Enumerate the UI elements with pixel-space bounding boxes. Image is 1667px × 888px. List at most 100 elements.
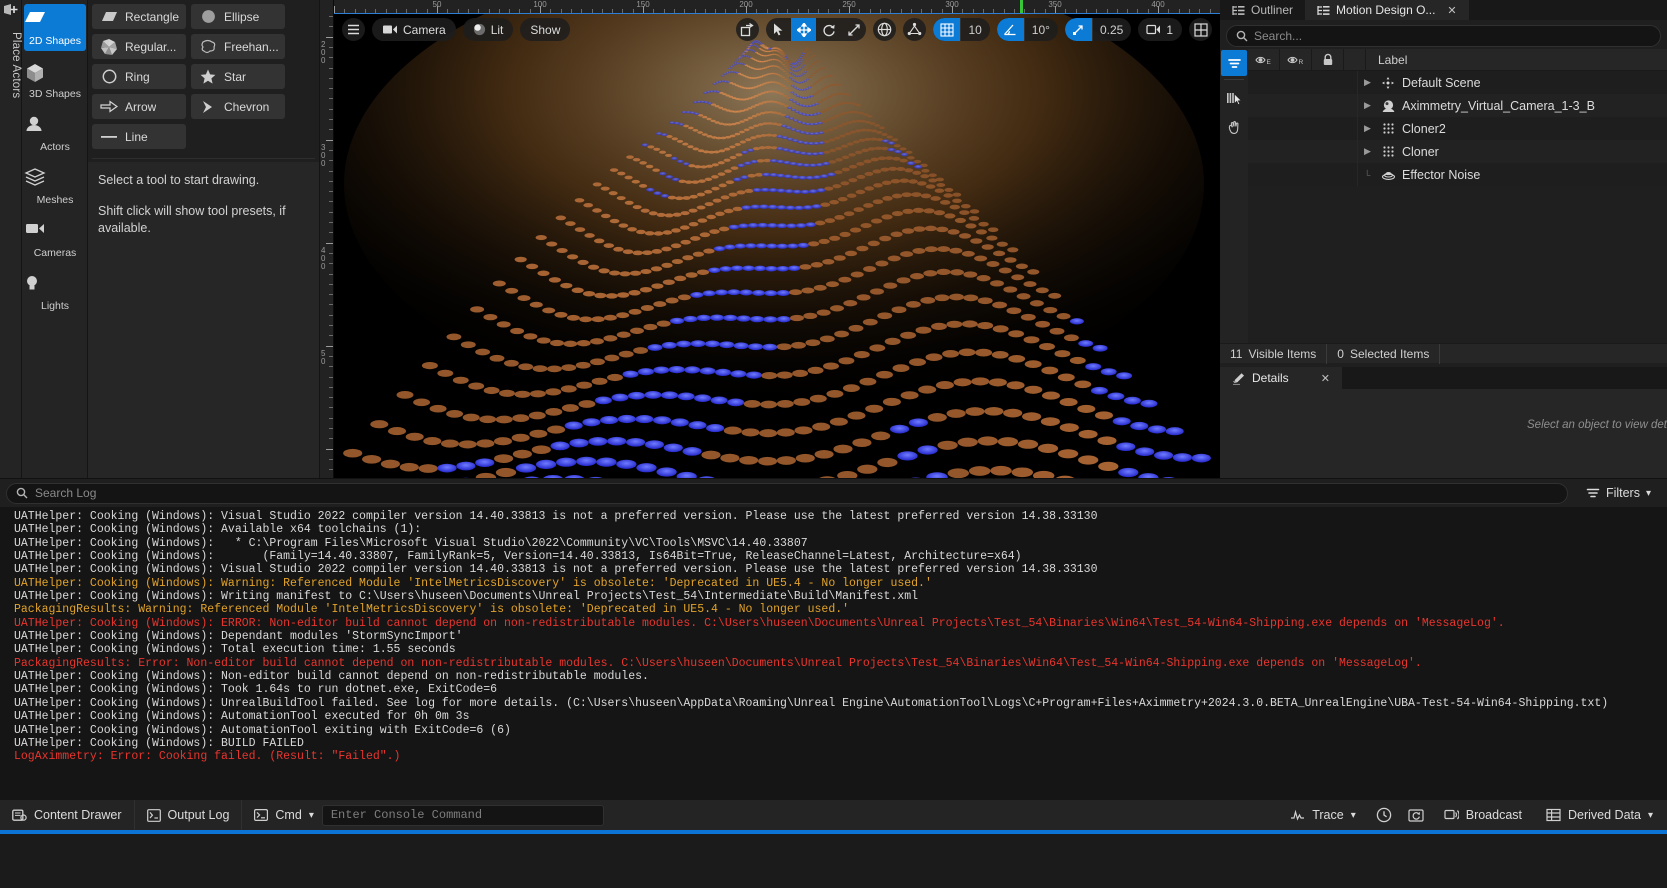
coordinate-system-button[interactable]	[873, 18, 897, 41]
shape-button-arrow[interactable]: Arrow	[92, 94, 186, 119]
tab-details[interactable]: Details ✕	[1220, 367, 1342, 389]
tab-motion-design-outliner[interactable]: Motion Design O... ✕	[1305, 0, 1469, 20]
statusbar-cmd-dropdown[interactable]: Cmd ▾	[242, 800, 317, 830]
broadcast-button[interactable]: Broadcast	[1432, 800, 1534, 830]
sidebar-item-meshes[interactable]: Meshes	[24, 163, 86, 210]
log-line: UATHelper: Cooking (Windows): Warning: R…	[14, 576, 932, 590]
label-column-header[interactable]: Label	[1366, 53, 1407, 67]
angle-snap-icon[interactable]	[996, 18, 1024, 41]
tab-outliner[interactable]: Outliner	[1220, 0, 1305, 20]
shape-button-freehand[interactable]: Freehan...	[191, 34, 285, 59]
spacer-column	[1344, 48, 1366, 71]
table-row[interactable]: ▶ Cloner2	[1248, 117, 1667, 140]
show-menu-button[interactable]: Show	[520, 18, 571, 41]
scale-snap-icon[interactable]	[1064, 18, 1092, 41]
level-viewport[interactable]: 50 100 150 200 250 300 350 400 200 300 400 50 Came…	[320, 0, 1220, 478]
shape-button-ring[interactable]: Ring	[92, 64, 186, 89]
eye-render-icon[interactable]: R	[1280, 48, 1312, 71]
log-filters-button[interactable]: Filters ▾	[1576, 483, 1661, 504]
log-line: UATHelper: Cooking (Windows): Writing ma…	[14, 590, 919, 604]
chevron-right-icon[interactable]: ▶	[1364, 146, 1374, 157]
clock-button[interactable]	[1368, 800, 1400, 830]
chevron-right-icon[interactable]: ▶	[1364, 123, 1374, 134]
console-prompt-icon	[254, 809, 269, 821]
move-tool-button[interactable]	[791, 18, 817, 41]
shape-button-star[interactable]: Star	[191, 64, 285, 89]
select-tool-button[interactable]	[766, 18, 791, 41]
ruler-tick	[329, 366, 333, 368]
view-mode-menu-button[interactable]: Lit	[462, 18, 514, 41]
log-line: UATHelper: Cooking (Windows): Took 1.64s…	[14, 683, 498, 697]
sidebar-item-cameras[interactable]: Cameras	[24, 216, 86, 263]
hint-line-1: Select a tool to start drawing.	[98, 173, 260, 187]
selection-mode-button[interactable]	[736, 18, 760, 41]
chevron-right-icon[interactable]: ▶	[1364, 77, 1374, 88]
sidebar-item-2d-shapes[interactable]: 2D Shapes	[24, 4, 86, 51]
derived-data-button[interactable]: Derived Data ▾	[1534, 800, 1667, 830]
ruler-tick	[329, 222, 333, 223]
shape-label: Ring	[125, 69, 150, 84]
scale-tool-button[interactable]	[841, 18, 866, 41]
table-row[interactable]: ▶ Cloner	[1248, 140, 1667, 163]
outliner-search[interactable]	[1226, 25, 1661, 47]
sidebar-item-lights[interactable]: Lights	[24, 269, 86, 316]
output-log-button[interactable]: Output Log	[135, 800, 243, 830]
log-search[interactable]	[6, 482, 1568, 504]
content-drawer-icon	[12, 808, 27, 822]
chevron-right-icon[interactable]: ▶	[1364, 100, 1374, 111]
shape-button-line[interactable]: Line	[92, 124, 186, 149]
log-line: LogAximmetry: Error: Cooking failed. (Re…	[14, 750, 401, 764]
log-line: PackagingResults: Warning: Referenced Mo…	[14, 603, 850, 617]
table-row[interactable]: ▶ Default Scene	[1248, 71, 1667, 94]
isolate-bars-icon[interactable]	[1221, 85, 1247, 111]
eye-editor-icon[interactable]: E	[1248, 48, 1280, 71]
transform-axes-icon	[1380, 76, 1396, 90]
viewport-render-surface[interactable]	[334, 14, 1220, 478]
viewport-menu-button[interactable]	[342, 18, 365, 41]
table-row[interactable]: └ Effector Noise	[1248, 163, 1667, 186]
lock-icon[interactable]	[1312, 48, 1344, 71]
ellipse-icon	[199, 9, 217, 25]
surface-snap-button[interactable]	[903, 18, 927, 41]
outliner-search-input[interactable]	[1254, 29, 1651, 43]
statusbar-console-input[interactable]	[321, 804, 604, 826]
log-search-input[interactable]	[35, 486, 1558, 500]
trace-button[interactable]: Trace ▾	[1278, 800, 1368, 830]
grid-snap-value[interactable]: 10	[960, 18, 989, 41]
content-drawer-button[interactable]: Content Drawer	[0, 800, 135, 830]
row-gutter	[1248, 163, 1358, 186]
ruler-tick	[329, 98, 333, 100]
add-actor-icon[interactable]	[2, 2, 20, 20]
shape-label: Regular...	[125, 39, 177, 54]
search-icon	[16, 487, 28, 499]
ruler-label: 0	[321, 150, 326, 160]
close-icon[interactable]: ✕	[1447, 4, 1456, 17]
shape-button-ellipse[interactable]: Ellipse	[191, 4, 285, 29]
scale-snap-control: 0.25	[1064, 18, 1132, 41]
viewport-layout-button[interactable]	[1189, 18, 1212, 41]
shape-button-rectangle[interactable]: Rectangle	[92, 4, 186, 29]
grid-snap-icon[interactable]	[933, 18, 961, 41]
shape-button-regular-polygon[interactable]: Regular...	[92, 34, 186, 59]
row-label: Effector Noise	[1402, 167, 1481, 182]
sidebar-item-3d-shapes[interactable]: 3D Shapes	[24, 57, 86, 104]
row-label: Aximmetry_Virtual_Camera_1-3_B	[1402, 98, 1595, 113]
ruler-tick	[329, 46, 333, 48]
filter-funnel-icon[interactable]	[1221, 50, 1247, 76]
close-icon[interactable]: ✕	[1321, 372, 1330, 385]
camera-menu-button[interactable]: Camera	[372, 18, 456, 41]
statusbar-console-input-field[interactable]	[330, 808, 595, 822]
rotate-tool-button[interactable]	[816, 18, 841, 41]
camera-speed-control[interactable]: 1	[1138, 18, 1182, 41]
scale-snap-value[interactable]: 0.25	[1091, 18, 1131, 41]
shape-button-chevron[interactable]: Chevron	[191, 94, 285, 119]
sidebar-item-actors[interactable]: Actors	[24, 110, 86, 157]
sync-button[interactable]	[1400, 800, 1432, 830]
effector-noise-icon	[1380, 169, 1396, 181]
ruler-tick	[329, 252, 333, 254]
hand-pointer-icon[interactable]	[1221, 114, 1247, 140]
angle-snap-value[interactable]: 10°	[1023, 18, 1058, 41]
table-row[interactable]: ▶ Aximmetry_Virtual_Camera_1-3_B	[1248, 94, 1667, 117]
transform-tool-group	[766, 18, 867, 41]
ruler-tick	[329, 438, 333, 440]
